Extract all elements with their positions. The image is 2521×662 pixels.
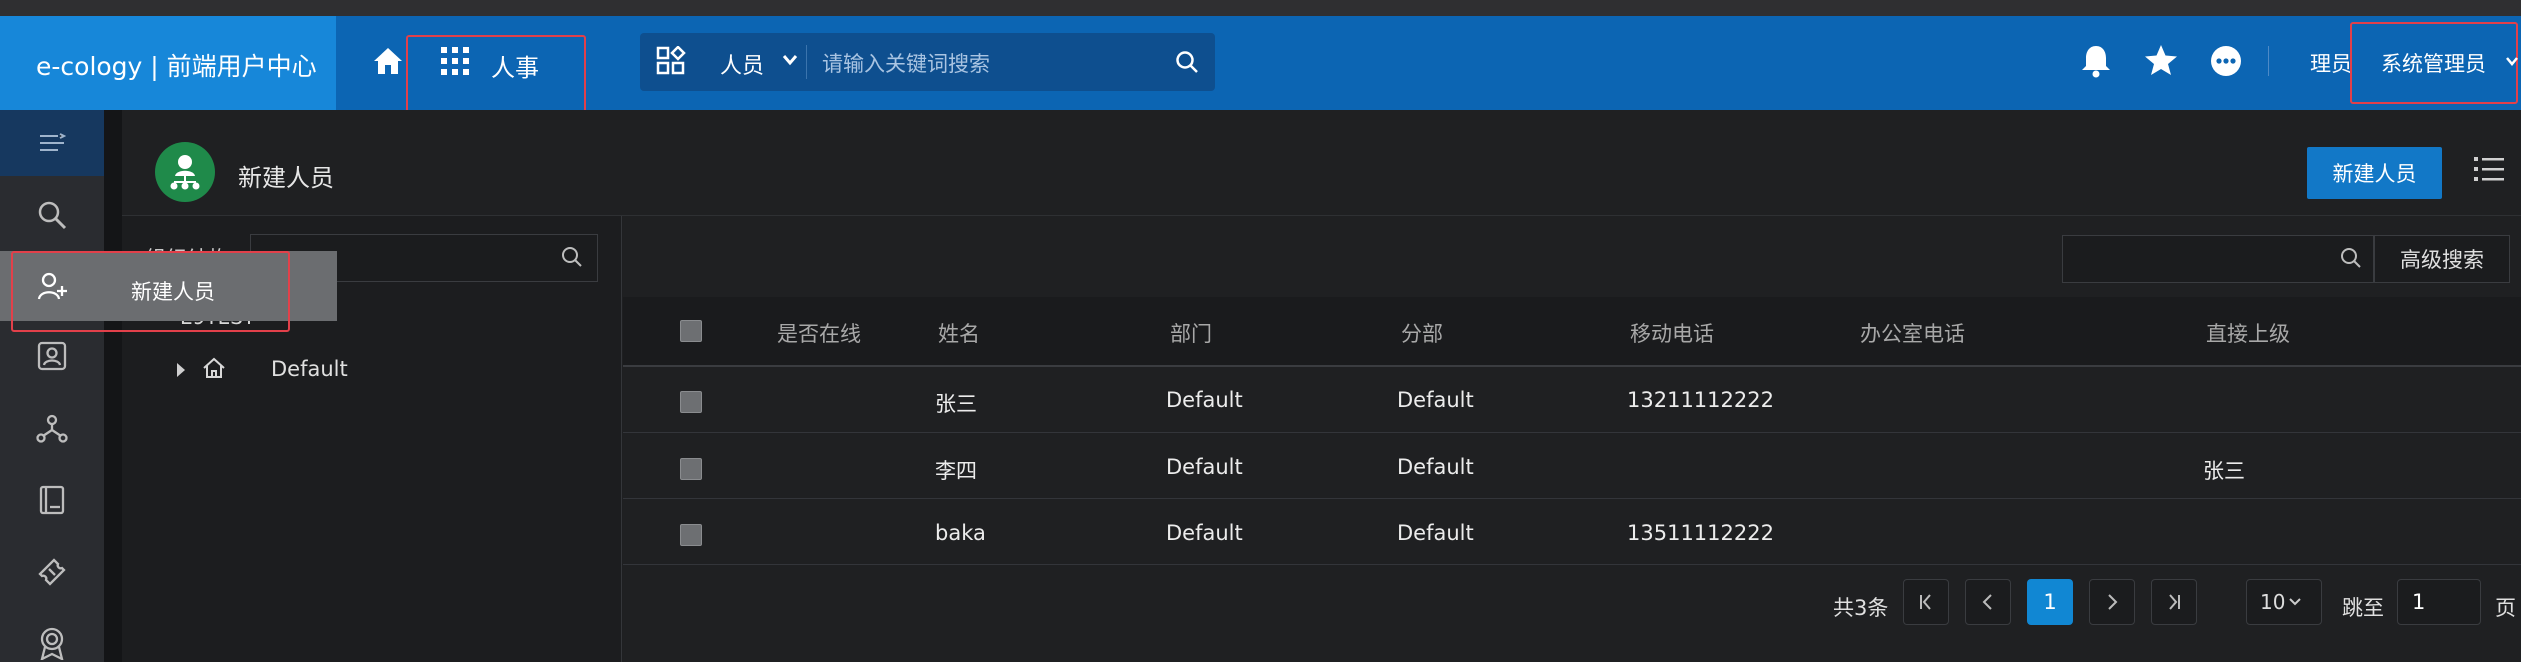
- search-category-icon[interactable]: [656, 46, 686, 76]
- first-page-icon: [1920, 594, 1931, 610]
- col-mobile[interactable]: 移动电话: [1630, 318, 1714, 348]
- advanced-search-button[interactable]: 高级搜索: [2374, 235, 2510, 283]
- col-dept[interactable]: 部门: [1170, 318, 1212, 348]
- row-checkbox[interactable]: [680, 391, 702, 413]
- menu-collapse-icon[interactable]: [38, 133, 66, 153]
- current-page-button[interactable]: 1: [2027, 579, 2073, 625]
- total-count: 共3条: [1833, 596, 1889, 620]
- bell-icon[interactable]: [2080, 44, 2112, 78]
- row-checkbox[interactable]: [680, 458, 702, 480]
- cell-dept: Default: [1166, 521, 1243, 545]
- home-icon[interactable]: [372, 46, 404, 76]
- search-icon[interactable]: [36, 199, 68, 231]
- chevron-down-icon[interactable]: [782, 54, 798, 66]
- cell-name[interactable]: 李四: [935, 455, 977, 485]
- page-unit-label: 页: [2495, 596, 2516, 620]
- page-title: 新建人员: [238, 164, 334, 192]
- user-menu[interactable]: 系统管理员: [2381, 48, 2486, 78]
- apps-grid-icon[interactable]: [440, 46, 470, 76]
- cell-dept: Default: [1166, 388, 1243, 412]
- chevron-left-icon: [1982, 594, 1992, 610]
- highlight-box-flyout: [11, 251, 290, 332]
- table-row[interactable]: [623, 499, 2521, 565]
- book-icon[interactable]: [36, 484, 68, 516]
- search-icon[interactable]: [1175, 50, 1199, 74]
- search-icon[interactable]: [2340, 247, 2362, 269]
- table-row[interactable]: [623, 367, 2521, 433]
- topbar-divider: [2268, 46, 2269, 76]
- cell-name[interactable]: baka: [935, 521, 986, 545]
- module-avatar: [155, 142, 215, 202]
- user-role-partial: 理员: [2310, 52, 2352, 76]
- chevron-right-icon: [2108, 594, 2118, 610]
- page-size-value[interactable]: 10: [2260, 590, 2285, 614]
- more-icon[interactable]: [2210, 45, 2242, 77]
- cell-manager: 张三: [2203, 459, 2245, 483]
- cell-sub: Default: [1397, 388, 1474, 412]
- home-outline-icon: [202, 357, 226, 379]
- contact-card-icon[interactable]: [36, 340, 68, 372]
- list-menu-icon[interactable]: [2474, 156, 2504, 182]
- grid-search-input[interactable]: [2062, 235, 2374, 283]
- search-icon[interactable]: [561, 246, 583, 268]
- cell-sub: Default: [1397, 455, 1474, 479]
- new-person-button[interactable]: 新建人员: [2307, 147, 2442, 199]
- row-checkbox[interactable]: [680, 524, 702, 546]
- col-office-phone[interactable]: 办公室电话: [1860, 318, 1965, 348]
- award-icon[interactable]: [36, 626, 68, 660]
- module-label[interactable]: 人事: [491, 48, 539, 83]
- cell-mobile: 13211112222: [1627, 388, 1774, 412]
- jump-to-label: 跳至: [2342, 596, 2384, 620]
- search-type-select[interactable]: 人员: [720, 48, 764, 80]
- brand-text: e-cology | 前端用户中心: [36, 52, 317, 81]
- cell-name[interactable]: 张三: [935, 388, 977, 418]
- brand-logo[interactable]: e-cology | 前端用户中心: [0, 16, 336, 110]
- first-page-button[interactable]: [1903, 579, 1949, 625]
- ticket-icon[interactable]: [36, 556, 68, 588]
- col-online[interactable]: 是否在线: [777, 318, 861, 348]
- cell-sub: Default: [1397, 521, 1474, 545]
- cell-dept: Default: [1166, 455, 1243, 479]
- next-page-button[interactable]: [2089, 579, 2135, 625]
- cell-mobile: 13511112222: [1627, 521, 1774, 545]
- select-all-checkbox[interactable]: [680, 320, 702, 342]
- chevron-down-icon[interactable]: [2505, 56, 2519, 66]
- prev-page-button[interactable]: [1965, 579, 2011, 625]
- person-org-icon: [170, 155, 200, 190]
- caret-right-icon[interactable]: [176, 362, 186, 378]
- col-manager[interactable]: 直接上级: [2206, 318, 2290, 348]
- browser-strip: [0, 0, 2521, 16]
- tree-node-default[interactable]: Default: [271, 357, 348, 381]
- star-icon[interactable]: [2144, 44, 2178, 76]
- chevron-down-icon[interactable]: [2288, 597, 2302, 607]
- jump-page-input[interactable]: [2397, 579, 2481, 625]
- org-structure-icon[interactable]: [36, 412, 68, 444]
- last-page-button[interactable]: [2151, 579, 2197, 625]
- search-input[interactable]: [820, 42, 1154, 86]
- search-divider: [806, 45, 807, 79]
- last-page-icon: [2169, 594, 2180, 610]
- col-subcompany[interactable]: 分部: [1401, 318, 1443, 348]
- col-name[interactable]: 姓名: [938, 318, 980, 348]
- rail-separator: [104, 110, 122, 662]
- page-header: [122, 110, 2521, 216]
